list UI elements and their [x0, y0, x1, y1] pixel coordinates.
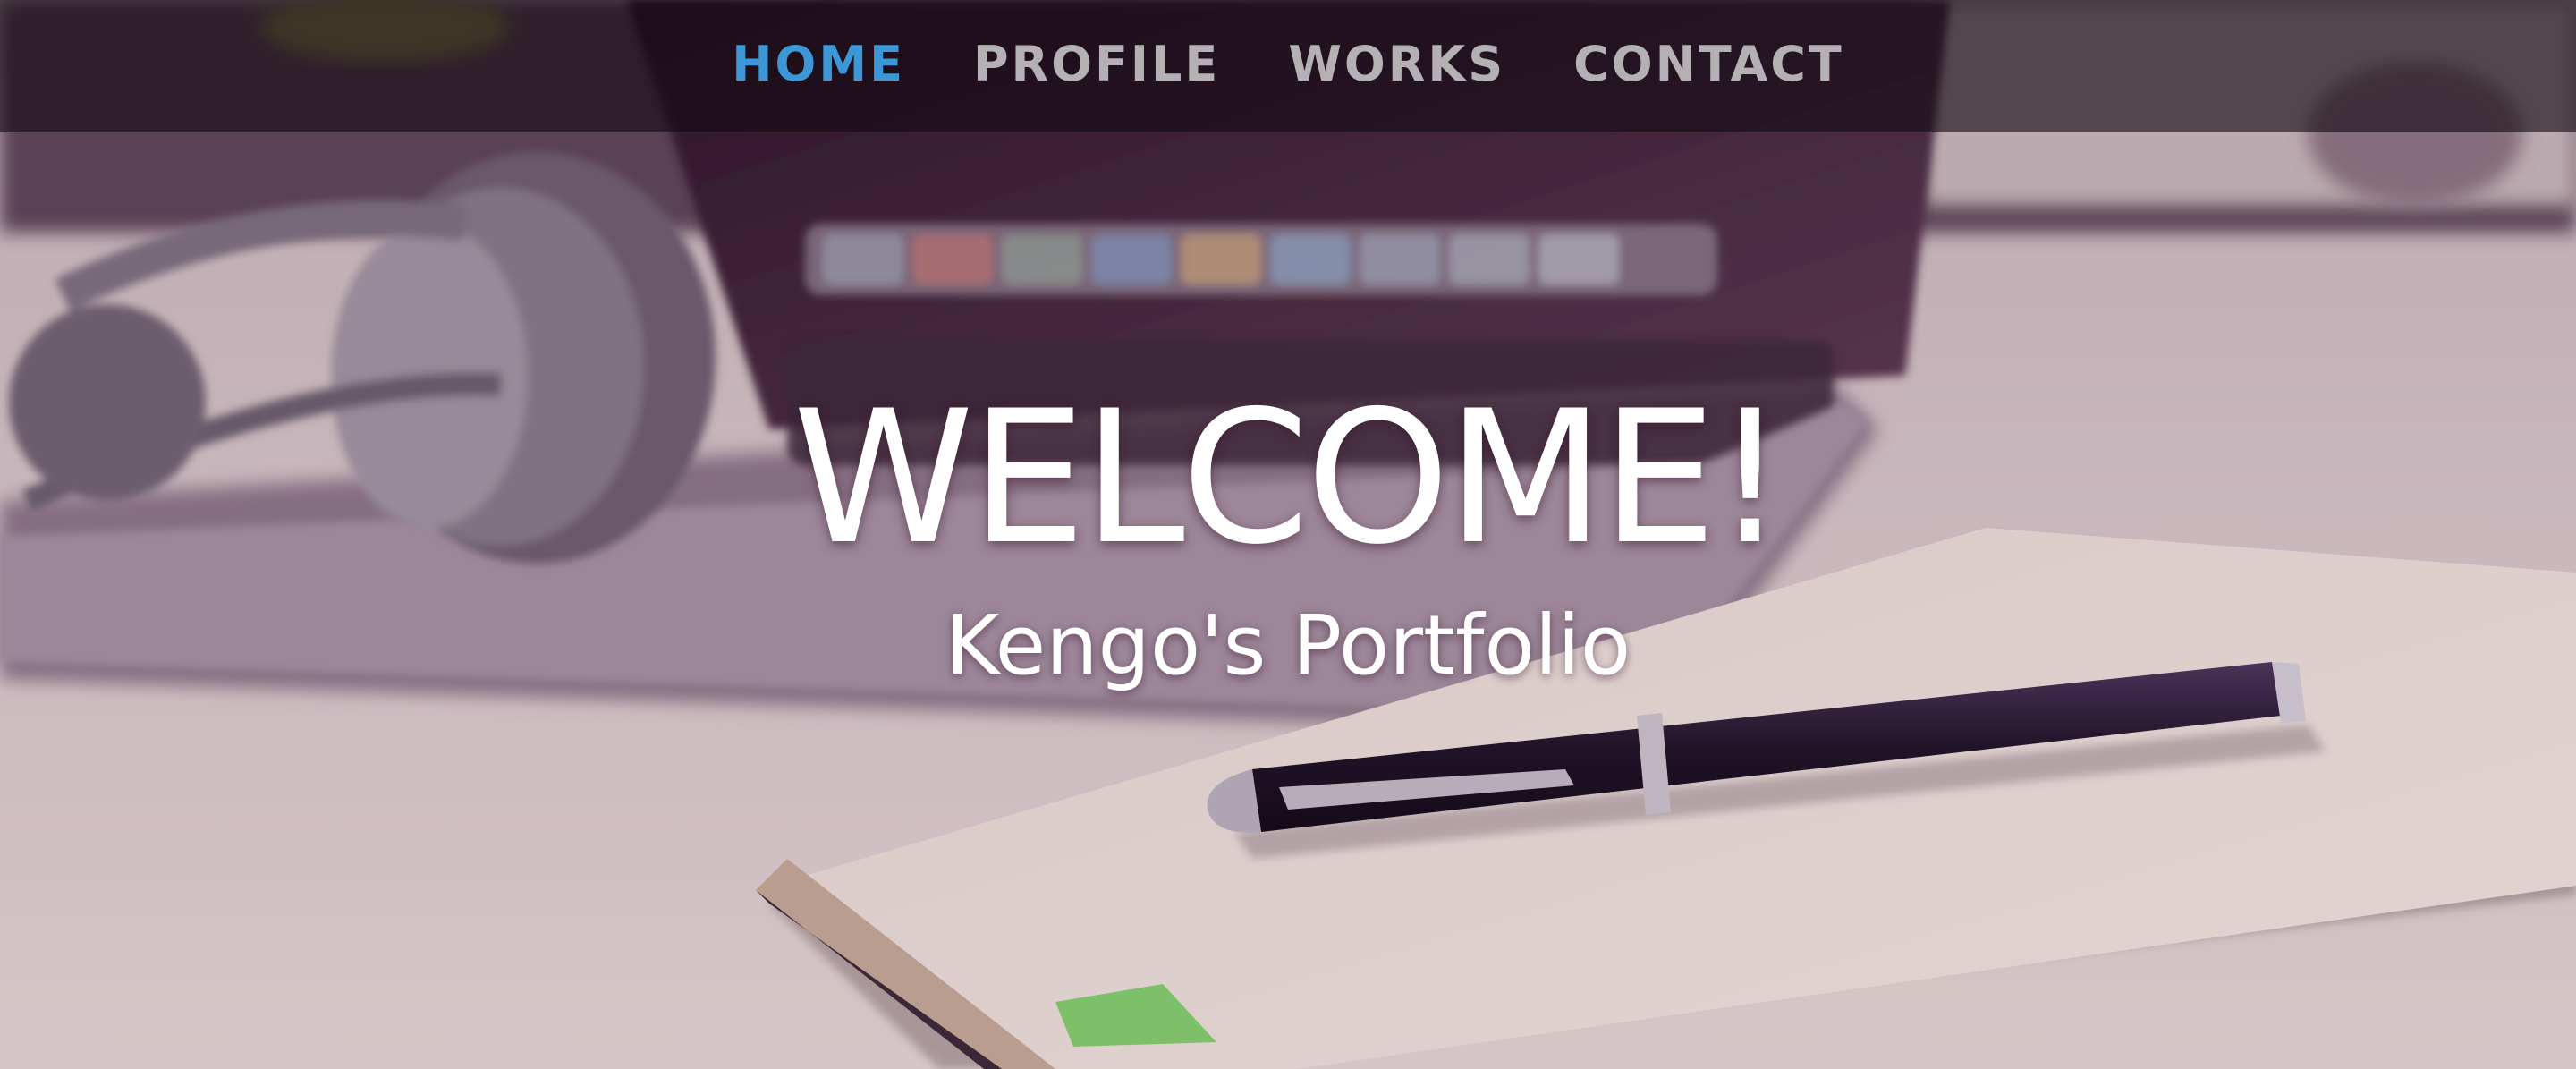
hero-title: WELCOME!	[792, 372, 1787, 585]
top-navigation-bar: HOME PROFILE WORKS CONTACT	[0, 0, 2576, 132]
hero-section: HOME PROFILE WORKS CONTACT WELCOME! Keng…	[0, 0, 2576, 1069]
nav-item-home[interactable]: HOME	[732, 36, 905, 96]
hero-subtitle: Kengo's Portfolio	[945, 598, 1631, 693]
nav-item-profile[interactable]: PROFILE	[973, 36, 1220, 96]
nav-item-works[interactable]: WORKS	[1288, 36, 1505, 96]
nav-item-contact[interactable]: CONTACT	[1573, 36, 1844, 96]
